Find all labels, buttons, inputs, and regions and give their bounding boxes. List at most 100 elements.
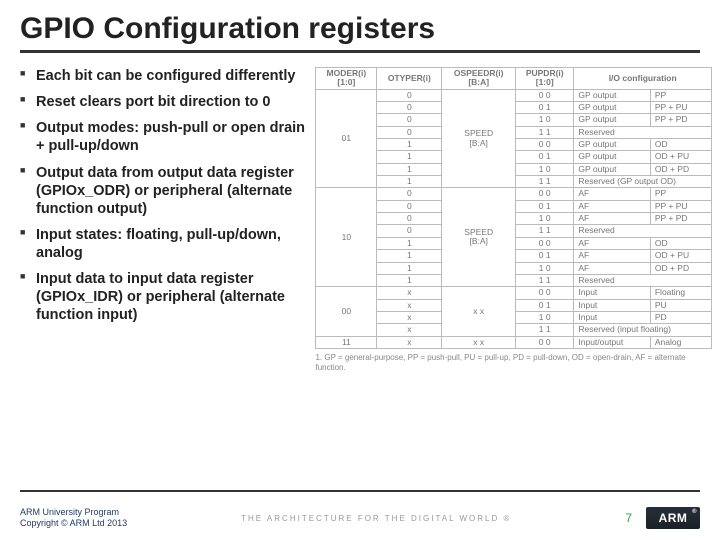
cell-io: PP xyxy=(650,188,711,200)
cell-config: Reserved xyxy=(574,274,712,286)
cell-io: PU xyxy=(650,299,711,311)
cell-otyper: 0 xyxy=(377,225,442,237)
cell-pupdr: 0 0 xyxy=(516,237,574,249)
cell-pupdr: 1 1 xyxy=(516,324,574,336)
table-header: OSPEEDR(i)[B:A] xyxy=(442,68,516,90)
cell-config: AF xyxy=(574,250,650,262)
cell-otyper: x xyxy=(377,287,442,299)
cell-io: Floating xyxy=(650,287,711,299)
arm-logo-text: ARM xyxy=(659,511,688,525)
table-row: 100SPEED[B:A]0 0AFPP xyxy=(316,188,712,200)
cell-pupdr: 1 0 xyxy=(516,163,574,175)
gpio-config-table: MODER(i)[1:0]OTYPER(i)OSPEEDR(i)[B:A]PUP… xyxy=(315,67,712,349)
table-header: MODER(i)[1:0] xyxy=(316,68,377,90)
cell-otyper: 1 xyxy=(377,163,442,175)
cell-io: PP + PU xyxy=(650,102,711,114)
cell-io: OD + PU xyxy=(650,151,711,163)
cell-config: Reserved (GP output OD) xyxy=(574,176,712,188)
table-header: PUPDR(i)[1:0] xyxy=(516,68,574,90)
cell-otyper: 1 xyxy=(377,274,442,286)
cell-io: PP xyxy=(650,89,711,101)
cell-ospeedr: x x xyxy=(442,287,516,336)
cell-io: PP + PU xyxy=(650,200,711,212)
cell-otyper: 0 xyxy=(377,126,442,138)
cell-otyper: x xyxy=(377,324,442,336)
cell-pupdr: 0 1 xyxy=(516,200,574,212)
cell-moder: 00 xyxy=(316,287,377,336)
cell-io: PP + PD xyxy=(650,213,711,225)
cell-otyper: 1 xyxy=(377,262,442,274)
cell-pupdr: 0 1 xyxy=(516,250,574,262)
cell-config: Reserved (input floating) xyxy=(574,324,712,336)
cell-otyper: x xyxy=(377,299,442,311)
bullet-list: Each bit can be configured differently Re… xyxy=(20,67,307,372)
bullet-item: Output data from output data register (G… xyxy=(20,164,307,218)
cell-pupdr: 0 1 xyxy=(516,299,574,311)
cell-io: Analog xyxy=(650,336,711,348)
slide-footer: ARM University Program Copyright © ARM L… xyxy=(0,496,720,540)
cell-otyper: 0 xyxy=(377,89,442,101)
table-header: OTYPER(i) xyxy=(377,68,442,90)
cell-io: PP + PD xyxy=(650,114,711,126)
cell-otyper: 1 xyxy=(377,139,442,151)
cell-config: AF xyxy=(574,188,650,200)
cell-pupdr: 0 1 xyxy=(516,151,574,163)
cell-otyper: 1 xyxy=(377,151,442,163)
cell-otyper: 1 xyxy=(377,237,442,249)
cell-config: Input xyxy=(574,287,650,299)
cell-otyper: 0 xyxy=(377,114,442,126)
cell-otyper: x xyxy=(377,336,442,348)
cell-io: OD + PD xyxy=(650,262,711,274)
cell-moder: 10 xyxy=(316,188,377,287)
cell-config: GP output xyxy=(574,114,650,126)
cell-io: PD xyxy=(650,311,711,323)
cell-otyper: 0 xyxy=(377,188,442,200)
cell-otyper: x xyxy=(377,311,442,323)
cell-config: GP output xyxy=(574,151,650,163)
cell-pupdr: 1 1 xyxy=(516,176,574,188)
footer-tagline: THE ARCHITECTURE FOR THE DIGITAL WORLD ® xyxy=(127,514,625,523)
cell-config: Input xyxy=(574,311,650,323)
cell-otyper: 1 xyxy=(377,176,442,188)
cell-io: OD xyxy=(650,139,711,151)
cell-config: GP output xyxy=(574,102,650,114)
table-header: I/O configuration xyxy=(574,68,712,90)
cell-config: Input xyxy=(574,299,650,311)
footer-rule xyxy=(20,490,700,492)
cell-config: AF xyxy=(574,200,650,212)
cell-pupdr: 0 0 xyxy=(516,89,574,101)
cell-ospeedr: SPEED[B:A] xyxy=(442,188,516,287)
cell-pupdr: 1 0 xyxy=(516,311,574,323)
page-number: 7 xyxy=(625,511,632,525)
table-footnote: 1. GP = general-purpose, PP = push-pull,… xyxy=(315,353,712,372)
bullet-item: Input states: floating, pull-up/down, an… xyxy=(20,226,307,262)
cell-otyper: 1 xyxy=(377,250,442,262)
arm-logo: ARM® xyxy=(646,507,700,529)
cell-moder: 01 xyxy=(316,89,377,188)
cell-ospeedr: SPEED[B:A] xyxy=(442,89,516,188)
cell-ospeedr: x x xyxy=(442,336,516,348)
cell-pupdr: 0 0 xyxy=(516,188,574,200)
cell-pupdr: 1 1 xyxy=(516,225,574,237)
cell-config: GP output xyxy=(574,89,650,101)
cell-io: OD xyxy=(650,237,711,249)
footer-program: ARM University Program Copyright © ARM L… xyxy=(20,507,127,529)
cell-io: OD + PD xyxy=(650,163,711,175)
bullet-item: Output modes: push-pull or open drain + … xyxy=(20,119,307,155)
footer-program-line2: Copyright © ARM Ltd 2013 xyxy=(20,518,127,529)
cell-pupdr: 0 0 xyxy=(516,139,574,151)
footer-program-line1: ARM University Program xyxy=(20,507,127,518)
table-row: 010SPEED[B:A]0 0GP outputPP xyxy=(316,89,712,101)
cell-otyper: 0 xyxy=(377,200,442,212)
bullet-item: Reset clears port bit direction to 0 xyxy=(20,93,307,111)
cell-moder: 11 xyxy=(316,336,377,348)
bullet-item: Input data to input data register (GPIOx… xyxy=(20,270,307,324)
cell-config: Reserved xyxy=(574,225,712,237)
cell-pupdr: 1 0 xyxy=(516,114,574,126)
bullet-item: Each bit can be configured differently xyxy=(20,67,307,85)
cell-config: GP output xyxy=(574,139,650,151)
cell-config: GP output xyxy=(574,163,650,175)
cell-config: AF xyxy=(574,237,650,249)
table-row: 11xx x0 0Input/outputAnalog xyxy=(316,336,712,348)
cell-io: OD + PU xyxy=(650,250,711,262)
